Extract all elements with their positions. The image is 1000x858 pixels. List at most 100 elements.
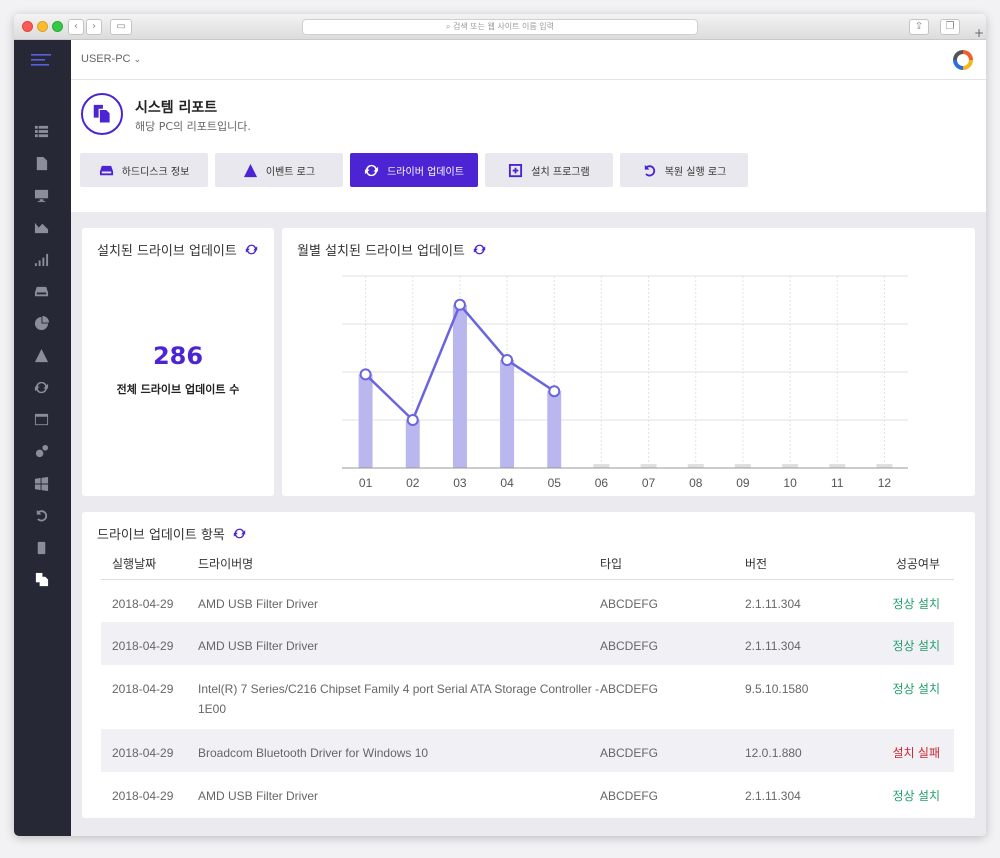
back-icon[interactable]: ‹	[68, 19, 84, 35]
cell-type: ABCDEFG	[600, 682, 659, 696]
chart-bar	[547, 391, 562, 468]
window-icon[interactable]	[33, 411, 49, 427]
cell-version: 2.1.11.304	[745, 789, 801, 803]
data-point	[501, 354, 514, 366]
share-icon[interactable]: ⇪	[909, 19, 929, 35]
warning-icon	[243, 163, 257, 177]
chart-bar	[687, 464, 704, 468]
search-icon: ⌕	[445, 22, 453, 31]
menu-toggle-icon[interactable]	[30, 52, 52, 68]
x-tick-label: 01	[359, 476, 373, 490]
column-header-status[interactable]: 성공여부	[872, 548, 954, 580]
column-header-type[interactable]: 타입	[600, 548, 745, 580]
x-tick-label: 04	[500, 476, 514, 490]
tab-label: 복원 실행 로그	[664, 166, 727, 178]
undo-icon[interactable]	[33, 507, 49, 523]
x-tick-label: 12	[878, 476, 892, 490]
app-logo-icon	[953, 50, 973, 70]
x-tick-label: 10	[783, 476, 797, 490]
address-bar[interactable]: ⌕ 검색 또는 웹 사이트 이름 입력	[302, 19, 698, 35]
tab-driver-update[interactable]: 드라이버 업데이트	[350, 153, 478, 187]
cell-driver: Broadcom Bluetooth Driver for Windows 10	[198, 729, 600, 772]
new-tab-icon[interactable]: +	[972, 26, 986, 40]
driver-update-table: 실행날짜 드라이버명 타입 버전 성공여부 2018-04-29 AMD USB…	[101, 548, 954, 815]
area-chart-icon[interactable]	[33, 219, 49, 235]
report-tabs: 하드디스크 정보 이벤트 로그 드라이버 업데이트 설치 프로그램 복원 실행 …	[80, 153, 748, 187]
tab-restore-log[interactable]: 복원 실행 로그	[620, 153, 748, 187]
chart-bar	[782, 464, 799, 468]
cell-version: 12.0.1.880	[745, 729, 872, 772]
tab-label: 하드디스크 정보	[121, 166, 190, 178]
column-header-driver[interactable]: 드라이버명	[198, 548, 600, 580]
browser-titlebar: ‹ › ▭ ⌕ 검색 또는 웹 사이트 이름 입력 ⇪ ❐ +	[14, 14, 986, 40]
cell-version: 9.5.10.1580	[745, 682, 809, 696]
main-content: USER-PC ⌄ 시스템 리포트 해당 PC의 리포트입니다. 하드디스크 정…	[71, 40, 986, 836]
refresh-icon[interactable]	[233, 527, 246, 540]
signal-bars-icon[interactable]	[33, 251, 49, 267]
zoom-window-button[interactable]	[52, 21, 63, 32]
x-tick-label: 06	[595, 476, 609, 490]
column-header-version[interactable]: 버전	[745, 548, 872, 580]
plus-box-icon	[509, 163, 523, 177]
forward-icon[interactable]: ›	[86, 19, 102, 35]
gears-icon[interactable]	[33, 443, 49, 459]
data-point	[548, 385, 561, 398]
windows-logo-icon[interactable]	[33, 475, 49, 491]
table-row[interactable]: 2018-04-29 Broadcom Bluetooth Driver for…	[101, 729, 954, 772]
tab-event-log[interactable]: 이벤트 로그	[215, 153, 343, 187]
table-row[interactable]: 2018-04-29 AMD USB Filter Driver ABCDEFG…	[101, 622, 954, 665]
top-bar: USER-PC ⌄	[71, 40, 986, 80]
update-list-card: 드라이브 업데이트 항목 실행날짜 드라이버명 타입 버전 성공여부 2018-…	[82, 512, 975, 818]
page-header: 시스템 리포트 해당 PC의 리포트입니다. 하드디스크 정보 이벤트 로그 드…	[71, 80, 986, 212]
battery-icon[interactable]	[33, 539, 49, 555]
hard-drive-icon[interactable]	[33, 283, 49, 299]
refresh-icon[interactable]	[33, 379, 49, 395]
list-icon[interactable]	[33, 123, 49, 139]
chart-bar	[452, 304, 467, 468]
cell-date: 2018-04-29	[101, 622, 198, 665]
table-row[interactable]: 2018-04-29 Intel(R) 7 Series/C216 Chipse…	[101, 665, 954, 729]
tabs-overview-icon[interactable]: ❐	[940, 19, 960, 35]
cell-type: ABCDEFG	[600, 596, 659, 611]
hard-drive-icon	[99, 165, 113, 175]
pc-selector[interactable]: USER-PC ⌄	[81, 53, 141, 65]
address-placeholder: 검색 또는 웹 사이트 이름 입력	[452, 22, 555, 31]
pie-chart-icon[interactable]	[33, 315, 49, 331]
minimize-window-button[interactable]	[37, 21, 48, 32]
summary-title: 설치된 드라이브 업데이트	[97, 244, 237, 259]
browser-window: ‹ › ▭ ⌕ 검색 또는 웹 사이트 이름 입력 ⇪ ❐ + USER-PC …	[14, 14, 986, 836]
close-window-button[interactable]	[22, 21, 33, 32]
cell-status: 정상 설치	[872, 622, 954, 665]
monitor-icon[interactable]	[33, 187, 49, 203]
tab-installed-programs[interactable]: 설치 프로그램	[485, 153, 613, 187]
cell-date: 2018-04-29	[112, 789, 174, 803]
sidebar-toggle-icon[interactable]: ▭	[110, 19, 132, 35]
chart-bar	[405, 420, 420, 468]
monthly-update-chart: 01 02 03 04 05 06 07 08 09 10 11 12	[342, 275, 908, 490]
refresh-icon[interactable]	[245, 243, 258, 256]
cell-version: 2.1.11.304	[745, 622, 872, 665]
file-icon[interactable]	[33, 155, 49, 171]
tab-hard-disk[interactable]: 하드디스크 정보	[80, 153, 208, 187]
column-header-date[interactable]: 실행날짜	[101, 548, 198, 580]
tab-label: 설치 프로그램	[531, 166, 590, 178]
refresh-icon	[365, 164, 379, 176]
cell-driver: AMD USB Filter Driver	[198, 622, 600, 665]
report-icon	[81, 93, 123, 135]
cell-version: 2.1.11.304	[745, 596, 801, 611]
cell-status: 정상 설치	[892, 789, 941, 803]
cell-driver: AMD USB Filter Driver	[198, 596, 319, 611]
page-title: 시스템 리포트	[135, 100, 218, 116]
undo-icon	[644, 164, 655, 176]
update-count: 286	[152, 342, 204, 370]
x-tick-label: 07	[642, 476, 656, 490]
x-tick-label: 05	[548, 476, 562, 490]
table-row[interactable]: 2018-04-29 AMD USB Filter Driver ABCDEFG…	[101, 579, 954, 622]
cell-date: 2018-04-29	[112, 682, 174, 696]
table-row[interactable]: 2018-04-29 AMD USB Filter Driver ABCDEFG…	[101, 772, 954, 815]
chart-bar	[500, 360, 515, 468]
data-point	[406, 414, 419, 426]
report-icon[interactable]	[33, 571, 49, 587]
chevron-down-icon: ⌄	[133, 54, 142, 64]
warning-icon[interactable]	[33, 347, 49, 363]
